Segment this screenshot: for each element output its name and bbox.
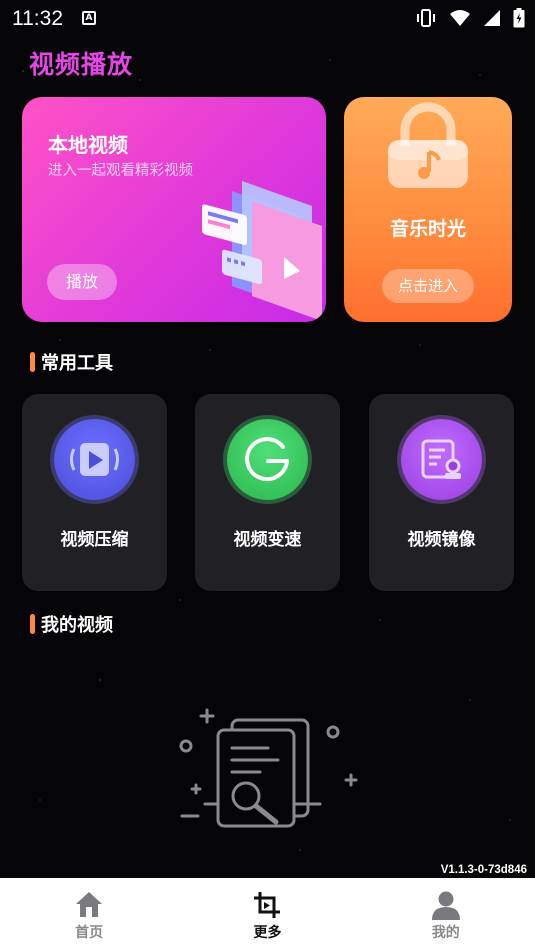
nav-more[interactable]: 更多	[178, 878, 356, 951]
wifi-icon	[450, 10, 470, 26]
tool-video-mirror[interactable]: 视频镜像	[369, 394, 514, 591]
notification-a-icon: A	[82, 11, 96, 25]
vibrate-icon	[417, 9, 435, 27]
tool-video-compress[interactable]: 视频压缩	[22, 394, 167, 591]
local-video-title: 本地视频	[48, 133, 128, 157]
bottom-nav: 首页 更多 我的	[0, 878, 535, 951]
tool-video-speed[interactable]: 视频变速	[195, 394, 340, 591]
tools-section-header: 常用工具	[30, 350, 113, 374]
status-time: 11:32	[12, 7, 63, 30]
local-video-subtitle: 进入一起观看精彩视频	[48, 163, 193, 179]
empty-files-illustration-icon	[179, 708, 358, 828]
person-icon	[431, 891, 460, 920]
nav-mine[interactable]: 我的	[357, 878, 535, 951]
video-player-illustration-icon	[202, 181, 322, 321]
crop-icon	[254, 892, 281, 918]
battery-icon	[513, 8, 525, 28]
home-icon	[76, 892, 103, 917]
tool-label: 视频镜像	[407, 530, 476, 550]
mirror-document-icon	[401, 419, 482, 500]
section-accent-bar	[30, 614, 35, 634]
music-card[interactable]: 音乐时光 点击进入	[344, 97, 512, 322]
enter-button[interactable]: 点击进入	[382, 269, 474, 303]
tool-label: 视频压缩	[60, 530, 129, 550]
section-accent-bar	[30, 352, 35, 372]
version-label: V1.1.3-0-73d846	[440, 864, 527, 876]
nav-more-label: 更多	[253, 925, 282, 941]
nav-home[interactable]: 首页	[0, 878, 178, 951]
local-video-card[interactable]: 本地视频 进入一起观看精彩视频 播放	[22, 97, 326, 322]
status-icons	[415, 8, 525, 28]
app-title: 视频播放	[29, 50, 134, 79]
music-title: 音乐时光	[389, 218, 466, 240]
status-bar: 11:32 A	[0, 0, 535, 36]
signal-icon	[484, 10, 500, 26]
video-compress-icon	[54, 419, 135, 500]
play-button[interactable]: 播放	[47, 264, 117, 300]
music-lock-icon	[388, 102, 468, 188]
nav-home-label: 首页	[75, 925, 104, 941]
tool-label: 视频变速	[233, 530, 302, 550]
my-videos-section-header: 我的视频	[30, 612, 113, 636]
speed-gauge-icon	[227, 419, 308, 500]
nav-mine-label: 我的	[431, 925, 460, 941]
tools-section-title: 常用工具	[41, 353, 113, 374]
my-videos-section-title: 我的视频	[41, 615, 113, 636]
